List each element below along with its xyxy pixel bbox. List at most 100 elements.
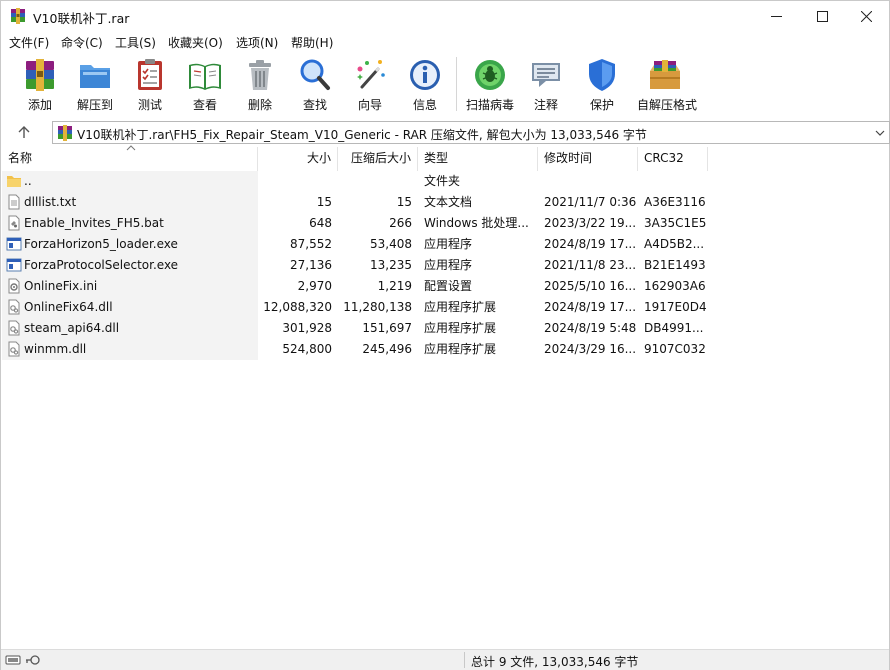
file-row[interactable]: steam_api64.dll 301,928 151,697 应用程序扩展 2…: [1, 318, 889, 339]
file-modified: 2021/11/8 23...: [544, 258, 636, 272]
drive-key-icon[interactable]: [5, 653, 45, 667]
file-type: 配置设置: [424, 279, 473, 293]
maximize-icon: [816, 10, 828, 22]
file-crc: DB4991...: [644, 321, 704, 335]
view-icon: [189, 63, 221, 90]
list-header: 名称 大小 压缩后大小 类型 修改时间 CRC32: [1, 145, 889, 171]
sfx-icon: [650, 60, 680, 89]
file-name: dlllist.txt: [24, 195, 77, 209]
file-size: 12,088,320: [263, 300, 332, 314]
file-crc: 3A35C1E5: [644, 216, 707, 230]
virus-scan-button[interactable]: 扫描病毒: [462, 55, 518, 115]
column-size-label: 大小: [306, 151, 331, 165]
file-size: 27,136: [290, 258, 332, 272]
file-modified: 2021/11/7 0:36: [544, 195, 636, 209]
info-label: 信息: [412, 98, 437, 112]
batch-file-icon: [8, 215, 20, 231]
add-label: 添加: [27, 98, 52, 112]
sort-ascending-icon: [126, 145, 136, 151]
file-packed-size: 151,697: [362, 321, 412, 335]
file-row-parent-folder[interactable]: .. 文件夹: [1, 171, 889, 192]
file-type: 应用程序扩展: [424, 342, 497, 356]
maximize-button[interactable]: [799, 1, 845, 31]
menu-file[interactable]: 文件(F): [9, 34, 49, 51]
find-icon: [300, 59, 330, 90]
protect-button[interactable]: 保护: [574, 55, 630, 115]
file-row[interactable]: ForzaProtocolSelector.exe 27,136 13,235 …: [1, 255, 889, 276]
sfx-label: 自解压格式: [637, 98, 698, 112]
menu-favorites[interactable]: 收藏夹(O): [168, 34, 223, 51]
view-button[interactable]: 查看: [177, 55, 233, 115]
file-packed-size: 1,219: [377, 279, 412, 293]
file-row[interactable]: dlllist.txt 15 15 文本文档 2021/11/7 0:36 A3…: [1, 192, 889, 213]
file-size: 2,970: [297, 279, 332, 293]
file-name: ..: [24, 174, 32, 188]
sfx-button[interactable]: 自解压格式: [637, 55, 698, 115]
file-row[interactable]: OnlineFix64.dll 12,088,320 11,280,138 应用…: [1, 297, 889, 318]
wizard-button[interactable]: 向导: [342, 55, 398, 115]
find-button[interactable]: 查找: [287, 55, 343, 115]
extract-to-label: 解压到: [76, 98, 113, 112]
file-row[interactable]: winmm.dll 524,800 245,496 应用程序扩展 2024/3/…: [1, 339, 889, 360]
file-size: 87,552: [290, 237, 332, 251]
comment-button[interactable]: 注释: [518, 55, 574, 115]
column-type-label: 类型: [424, 151, 449, 165]
file-row[interactable]: ForzaHorizon5_loader.exe 87,552 53,408 应…: [1, 234, 889, 255]
column-packed-label: 压缩后大小: [350, 151, 411, 165]
file-type: Windows 批处理...: [424, 216, 529, 230]
column-modified-label: 修改时间: [544, 151, 593, 165]
menu-options[interactable]: 选项(N): [236, 34, 278, 51]
info-button[interactable]: 信息: [397, 55, 453, 115]
file-crc: B21E1493: [644, 258, 706, 272]
wizard-icon: [357, 60, 385, 89]
close-button[interactable]: [843, 1, 889, 31]
column-header-packed[interactable]: 压缩后大小: [338, 147, 418, 171]
folder-icon: [7, 176, 21, 187]
column-crc-label: CRC32: [644, 151, 684, 165]
file-packed-size: 266: [389, 216, 412, 230]
view-label: 查看: [192, 98, 217, 112]
extract-to-button[interactable]: 解压到: [67, 55, 123, 115]
column-header-size[interactable]: 大小: [258, 147, 338, 171]
ini-file-icon: [8, 278, 20, 294]
status-summary: 总计 9 文件, 13,033,546 字节: [471, 655, 639, 669]
column-header-type[interactable]: 类型: [418, 147, 538, 171]
test-button[interactable]: 测试: [122, 55, 178, 115]
file-row[interactable]: Enable_Invites_FH5.bat 648 266 Windows 批…: [1, 213, 889, 234]
up-arrow-icon: [18, 126, 30, 138]
column-header-modified[interactable]: 修改时间: [538, 147, 638, 171]
toolbar-separator: [456, 57, 457, 111]
address-field[interactable]: V10联机补丁.rar\FH5_Fix_Repair_Steam_V10_Gen…: [52, 121, 890, 144]
file-size: 15: [316, 195, 332, 209]
file-crc: A4D5B2...: [644, 237, 705, 251]
column-header-crc[interactable]: CRC32: [638, 147, 708, 171]
title-bar[interactable]: V10联机补丁.rar: [1, 1, 889, 31]
file-row[interactable]: OnlineFix.ini 2,970 1,219 配置设置 2025/5/10…: [1, 276, 889, 297]
wizard-label: 向导: [357, 98, 382, 112]
add-button[interactable]: 添加: [12, 55, 68, 115]
delete-button[interactable]: 删除: [232, 55, 288, 115]
file-name: Enable_Invites_FH5.bat: [24, 216, 164, 230]
dll-file-icon: [8, 299, 20, 315]
menu-tools[interactable]: 工具(S): [115, 34, 156, 51]
menu-help[interactable]: 帮助(H): [291, 34, 333, 51]
extract-to-icon: [80, 65, 110, 88]
menu-command[interactable]: 命令(C): [61, 34, 103, 51]
file-packed-size: 15: [396, 195, 412, 209]
file-type: 应用程序扩展: [424, 300, 497, 314]
archive-icon: [58, 125, 72, 141]
menu-bar: 文件(F) 命令(C) 工具(S) 收藏夹(O) 选项(N) 帮助(H): [1, 31, 889, 52]
status-bar: 总计 9 文件, 13,033,546 字节: [1, 649, 889, 670]
column-header-name[interactable]: 名称: [2, 145, 258, 171]
file-packed-size: 53,408: [370, 237, 412, 251]
up-folder-button[interactable]: [11, 122, 37, 142]
file-crc: 162903A6: [644, 279, 706, 293]
file-modified: 2025/5/10 16...: [544, 279, 636, 293]
test-label: 测试: [137, 98, 162, 112]
chevron-down-icon[interactable]: [874, 126, 886, 140]
file-modified: 2024/8/19 17...: [544, 237, 636, 251]
virus-scan-label: 扫描病毒: [465, 98, 514, 112]
protect-label: 保护: [589, 98, 614, 112]
minimize-button[interactable]: [753, 1, 799, 31]
file-name: steam_api64.dll: [24, 321, 120, 335]
